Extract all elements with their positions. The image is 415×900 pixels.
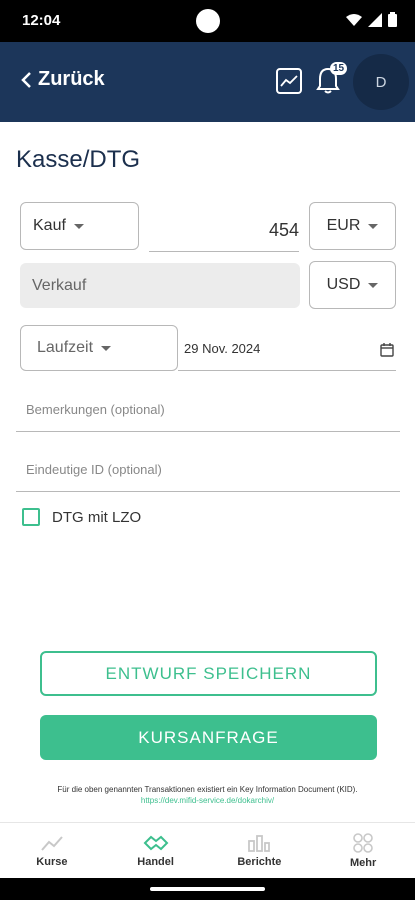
line-chart-icon [280,75,298,87]
nav-item-kurse[interactable]: Kurse [0,823,104,878]
handshake-icon [143,835,169,850]
dtg-lzo-checkbox-row[interactable]: DTG mit LZO [22,508,141,526]
nav-item-mehr[interactable]: Mehr [311,823,415,878]
caret-down-icon [73,223,84,229]
signal-icon [368,12,382,27]
bar-chart-icon [248,834,271,852]
trade-form: Kasse/DTG Kauf 454 EUR Verkauf USD Laufz… [0,122,415,822]
date-value: 29 Nov. 2024 [184,341,261,356]
status-bar: 12:04 [0,0,415,42]
back-label: Zurück [38,68,105,90]
kid-notice: Für die oben genannten Transaktionen exi… [0,784,415,806]
side-select[interactable]: Kauf [20,202,139,250]
app-header: Zurück 15 D [0,42,415,122]
system-icons [346,12,397,27]
caret-down-icon [368,282,379,288]
dtg-lzo-checkbox[interactable] [22,508,40,526]
gesture-bar [0,878,415,900]
page-title: Kasse/DTG [16,146,141,173]
tenor-select[interactable]: Laufzeit [20,325,178,371]
grid-icon [353,832,373,853]
chevron-left-icon [21,71,31,88]
amount-input[interactable]: 454 [149,212,299,252]
avatar[interactable]: D [353,54,409,110]
save-draft-button[interactable]: ENTWURF SPEICHERN [40,651,377,696]
kid-link[interactable]: https://dev.mifid-service.de/dokarchiv/ [0,795,415,806]
buy-currency-select[interactable]: EUR [309,202,396,250]
side-select-value: Kauf [33,217,66,234]
remarks-input[interactable]: Bemerkungen (optional) [16,388,400,432]
date-field[interactable]: 29 Nov. 2024 [178,325,396,371]
status-time: 12:04 [22,12,61,29]
battery-icon [388,12,397,27]
nav-label: Handel [137,855,174,868]
calendar-icon[interactable] [380,343,394,357]
nav-label: Mehr [349,856,377,869]
nav-label: Kurse [36,855,68,868]
nav-item-berichte[interactable]: Berichte [208,823,312,878]
back-button[interactable]: Zurück [20,68,105,91]
dtg-lzo-label: DTG mit LZO [52,508,142,526]
trend-line-icon [41,835,63,851]
unique-id-input[interactable]: Eindeutige ID (optional) [16,448,400,492]
request-quote-button[interactable]: KURSANFRAGE [40,715,377,760]
tenor-select-value: Laufzeit [37,339,94,356]
buy-currency-value: EUR [326,217,361,234]
camera-cutout [196,9,220,33]
sell-currency-select[interactable]: USD [309,261,396,309]
home-indicator[interactable] [150,887,265,891]
caret-down-icon [101,345,112,351]
notifications-button[interactable]: 15 [316,62,348,99]
caret-down-icon [368,223,379,229]
nav-label: Berichte [237,855,282,868]
kid-notice-text: Für die oben genannten Transaktionen exi… [57,785,358,794]
bottom-navigation: Kurse Handel Berichte Mehr [0,822,415,878]
chart-button[interactable] [276,68,302,94]
sell-currency-value: USD [326,276,361,293]
notification-badge: 15 [330,62,348,75]
counter-side-field: Verkauf [20,263,300,308]
wifi-icon [346,13,362,26]
nav-item-handel[interactable]: Handel [104,823,208,878]
